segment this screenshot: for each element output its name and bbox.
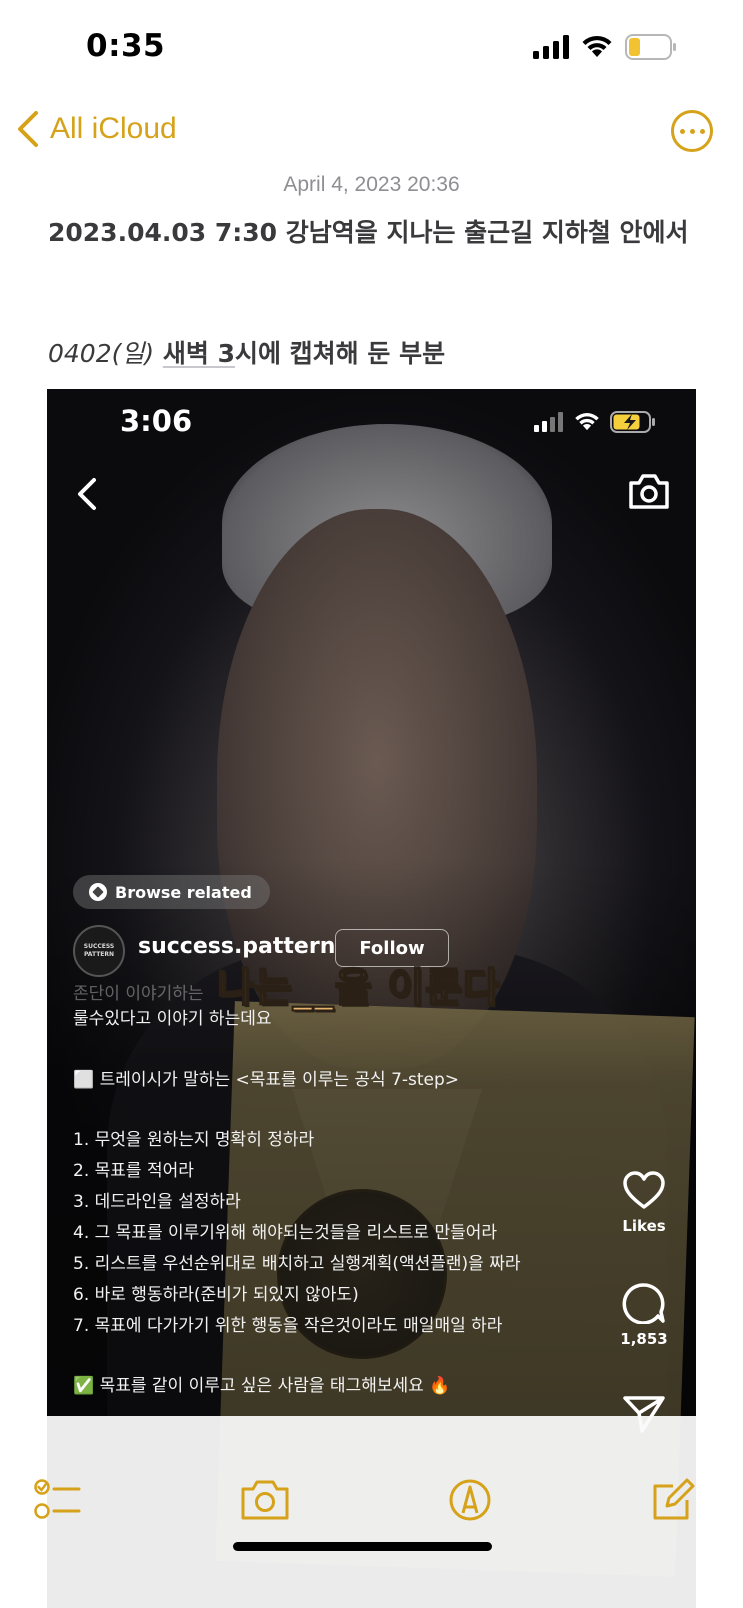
note-date: April 4, 2023 20:36 — [283, 173, 460, 196]
comments-count: 1,853 — [620, 1330, 668, 1348]
faded-bottom-panel — [47, 1416, 696, 1608]
post-text-line: 6. 바로 행동하라(준비가 되있지 않아도) — [73, 1285, 359, 1305]
wifi-icon — [575, 413, 599, 431]
camera-icon[interactable] — [627, 471, 671, 511]
cellular-signal-icon — [534, 412, 563, 432]
embedded-status-time: 3:06 — [120, 404, 193, 438]
chevron-left-icon[interactable] — [72, 474, 102, 514]
browse-related-button[interactable]: Browse related — [73, 875, 270, 909]
post-text-line: 7. 목표에 다가가기 위한 행동을 작은것이라도 매일매일 하라 — [73, 1316, 503, 1336]
browse-related-label: Browse related — [115, 882, 252, 902]
post-text-line: 룰수있다고 이야기 하는데요 — [73, 1009, 272, 1029]
comment-button[interactable]: 1,853 — [614, 1282, 674, 1348]
like-button[interactable]: Likes — [614, 1171, 674, 1235]
compose-note-button[interactable] — [651, 1478, 695, 1526]
wifi-icon — [582, 35, 612, 57]
faded-caption-line: 존단이 이야기하는 — [73, 984, 204, 1004]
home-indicator — [233, 1542, 492, 1551]
post-text-line: ⬜ 트레이시가 말하는 <목표를 이루는 공식 7-step> — [73, 1070, 460, 1090]
embedded-screenshot[interactable]: 3:06 Browse related SUCCESS PATTERN succ… — [47, 389, 696, 1608]
back-label: All iCloud — [50, 112, 177, 145]
checklist-button[interactable] — [33, 1478, 81, 1526]
status-time: 0:35 — [86, 28, 166, 64]
status-icons — [533, 34, 677, 60]
camera-icon — [241, 1480, 289, 1520]
battery-charging-icon — [610, 411, 655, 433]
note-subtitle-rest: 시에 캡쳐해 둔 부분 — [234, 339, 446, 368]
ellipsis-icon — [679, 128, 685, 134]
chevron-left-icon — [18, 111, 38, 147]
battery-icon — [625, 34, 676, 60]
post-text-line: 5. 리스트를 우선순위대로 배치하고 실행계획(액션플랜)을 짜라 — [73, 1254, 521, 1274]
comment-icon — [622, 1283, 665, 1324]
post-text-line: ✅ 목표를 같이 이루고 싶은 사람을 태그해보세요 🔥 — [73, 1376, 451, 1396]
post-text-line: 2. 목표를 적어라 — [73, 1161, 194, 1181]
pen-markup-icon — [449, 1479, 491, 1521]
note-subtitle-date: 0402(일) — [48, 339, 155, 368]
compose-icon — [653, 1478, 695, 1520]
back-to-all-icloud-button[interactable]: All iCloud — [16, 110, 177, 148]
heart-icon — [623, 1171, 665, 1209]
embedded-status-icons — [534, 411, 656, 433]
more-options-button[interactable] — [671, 110, 713, 152]
note-title[interactable]: 2023.04.03 7:30 강남역을 지나는 출근길 지하철 안에서 — [48, 213, 689, 249]
camera-button[interactable] — [240, 1478, 290, 1526]
cellular-signal-icon — [533, 35, 569, 59]
post-text-line: 4. 그 목표를 이루기위해 해야되는것들을 리스트로 만들어라 — [73, 1223, 498, 1243]
post-text-line: 1. 무엇을 원하는지 명확히 정하라 — [73, 1130, 315, 1150]
checklist-icon — [34, 1479, 81, 1519]
note-subtitle-time: 새벽 3 — [162, 339, 235, 368]
avatar[interactable]: SUCCESS PATTERN — [73, 925, 125, 977]
note-subtitle[interactable]: 0402(일) 새벽 3시에 캡쳐해 둔 부분 — [48, 334, 445, 370]
likes-label: Likes — [622, 1217, 666, 1235]
markup-button[interactable] — [448, 1478, 492, 1526]
post-text-line: 3. 데드라인을 설정하라 — [73, 1192, 241, 1212]
compass-icon — [89, 883, 107, 901]
